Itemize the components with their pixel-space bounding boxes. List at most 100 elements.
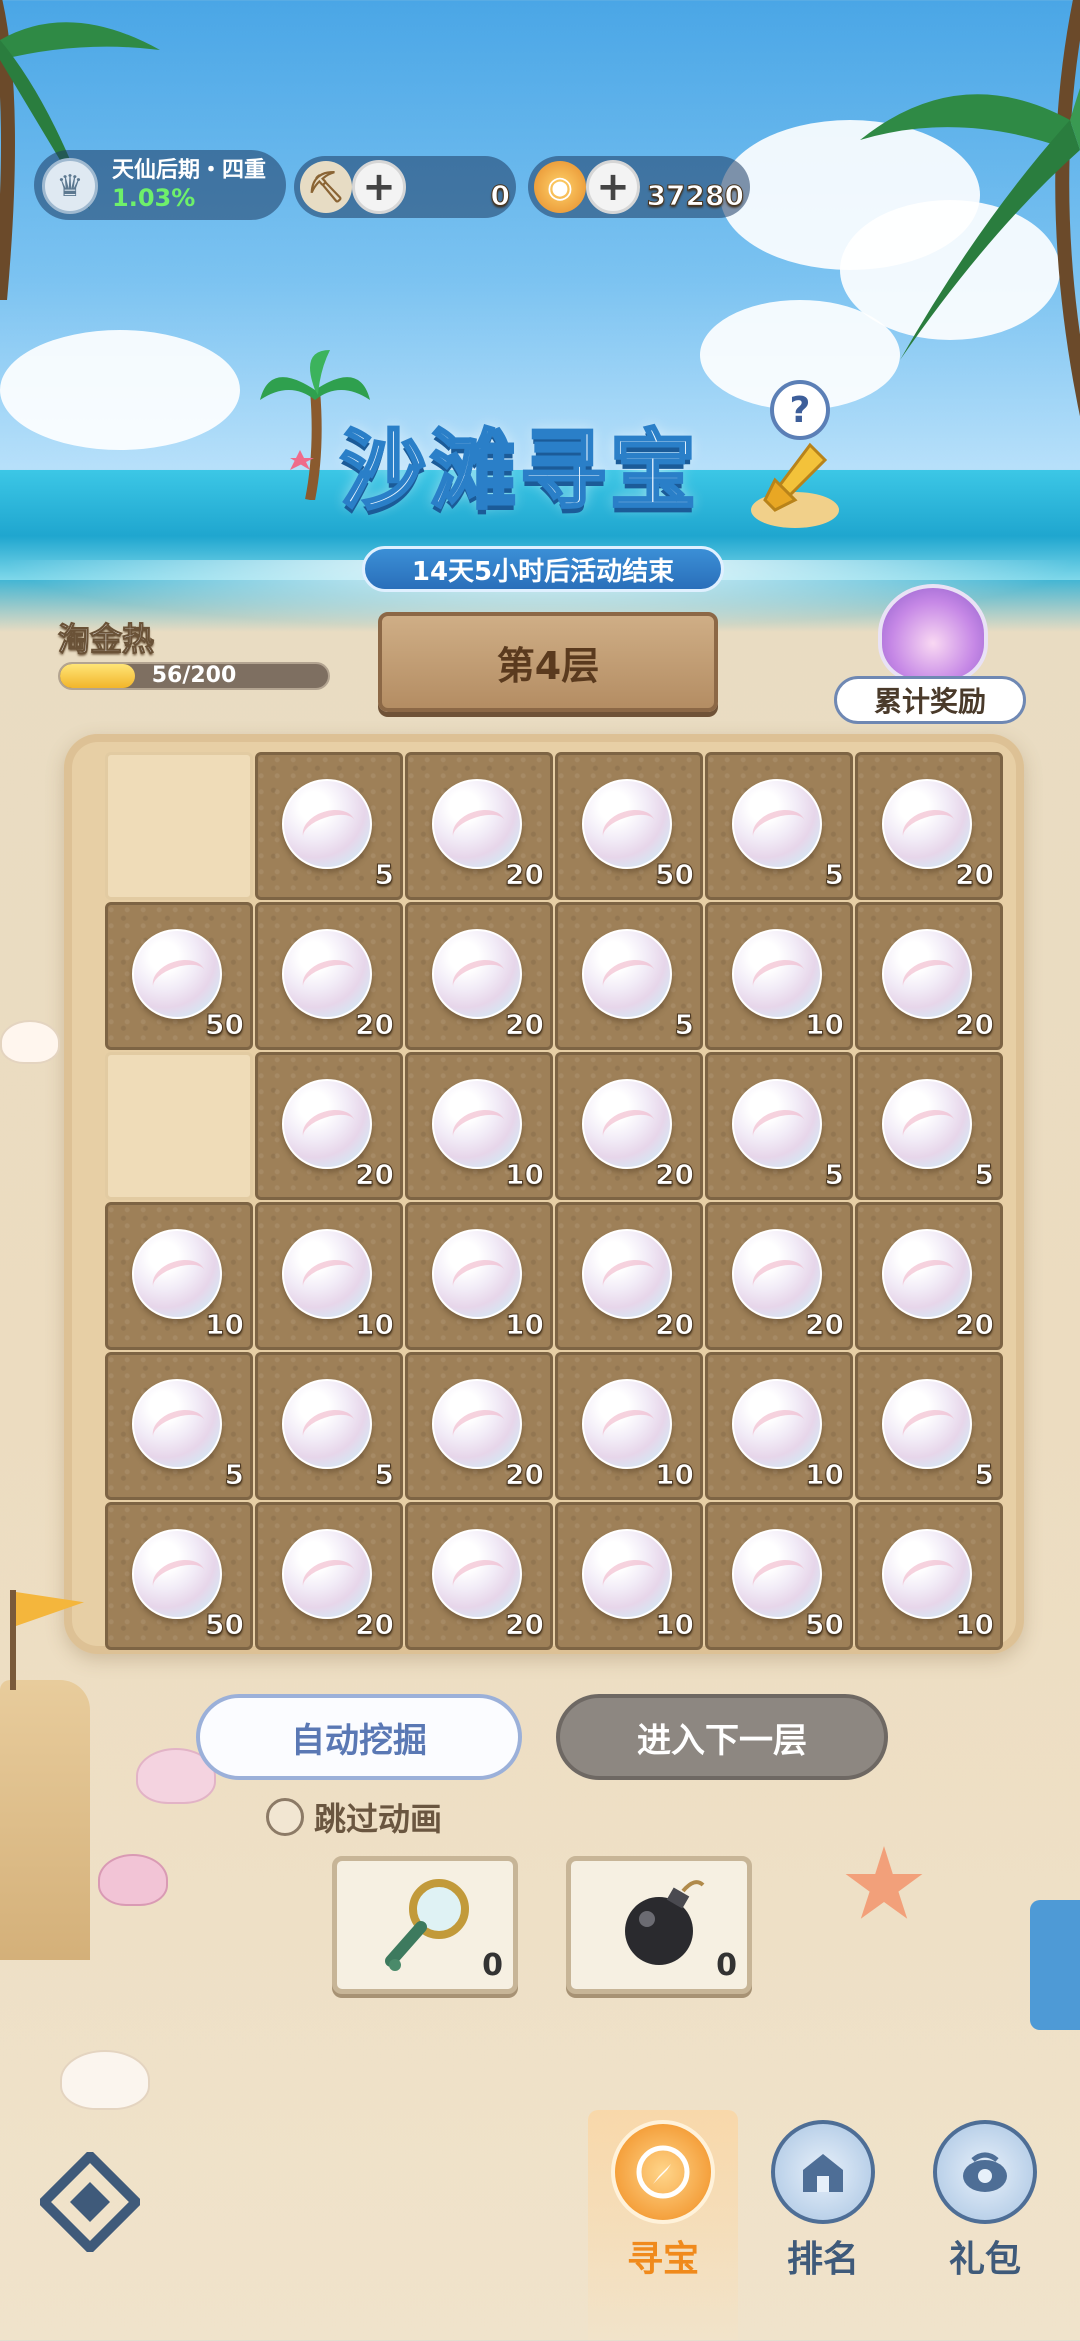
pearl-icon xyxy=(132,1379,222,1469)
cumulative-reward[interactable]: 累计奖励 xyxy=(832,584,1032,734)
pearl-icon xyxy=(132,1529,222,1619)
tile-value: 50 xyxy=(205,1608,245,1642)
sand-tile[interactable]: 10 xyxy=(705,1352,853,1500)
dig-grid: 5 20 50 5 20 50 20 20 5 10 20 20 10 20 5 5 10 10 10 20 20 20 5… xyxy=(105,752,1005,1652)
event-title-banner: 沙滩寻宝 xyxy=(260,350,839,530)
sand-tile[interactable]: 5 xyxy=(855,1052,1003,1200)
coin-chip: ◉ 37280 + xyxy=(528,156,750,218)
sand-tile[interactable]: 20 xyxy=(255,902,403,1050)
flag-icon xyxy=(10,1590,16,1690)
sand-tile[interactable]: 20 xyxy=(855,1202,1003,1350)
auto-dig-button[interactable]: 自动挖掘 xyxy=(196,1694,522,1780)
shell-decoration xyxy=(0,1020,60,1064)
pearl-icon xyxy=(582,929,672,1019)
realm-avatar-icon: ♛ xyxy=(42,158,98,214)
sand-tile[interactable]: 10 xyxy=(855,1502,1003,1650)
add-coin-button[interactable]: + xyxy=(586,160,640,214)
next-floor-button[interactable]: 进入下一层 xyxy=(556,1694,888,1780)
sand-tile[interactable]: 50 xyxy=(105,902,253,1050)
sand-tile[interactable]: 10 xyxy=(405,1202,553,1350)
tab-gift-label: 礼包 xyxy=(948,2239,1021,2280)
tab-gift[interactable]: 礼包 xyxy=(910,2110,1060,2341)
sand-tile[interactable]: 5 xyxy=(255,752,403,900)
sand-tile[interactable]: 50 xyxy=(705,1502,853,1650)
tile-value: 20 xyxy=(805,1308,845,1342)
shovel-decoration-icon xyxy=(751,442,839,528)
sand-tile[interactable]: 5 xyxy=(705,1052,853,1200)
sand-tile[interactable]: 20 xyxy=(705,1202,853,1350)
sand-tile[interactable]: 50 xyxy=(555,752,703,900)
sand-tile[interactable]: 20 xyxy=(855,752,1003,900)
sand-tile[interactable]: 5 xyxy=(105,1352,253,1500)
dug-tile[interactable] xyxy=(105,752,253,900)
bomb-count: 0 xyxy=(716,1948,737,1983)
sand-tile[interactable]: 20 xyxy=(855,902,1003,1050)
sand-tile[interactable]: 10 xyxy=(405,1052,553,1200)
sand-tile[interactable]: 20 xyxy=(405,1502,553,1650)
shovel-icon: ⛏ xyxy=(300,161,352,213)
sand-tile[interactable]: 10 xyxy=(105,1202,253,1350)
realm-chip[interactable]: ♛ 天仙后期・四重 1.03% xyxy=(34,150,286,220)
sand-tile[interactable]: 5 xyxy=(705,752,853,900)
tile-value: 20 xyxy=(955,1308,995,1342)
menu-icon[interactable] xyxy=(40,2152,140,2252)
shovel-chip: ⛏ 0 + xyxy=(294,156,516,218)
pearl-icon xyxy=(282,779,372,869)
magnifier-icon xyxy=(385,1879,469,1971)
tab-treasure[interactable]: 寻宝 xyxy=(588,2110,738,2341)
sand-tile[interactable]: 50 xyxy=(105,1502,253,1650)
sand-tile[interactable]: 10 xyxy=(705,902,853,1050)
sand-tile[interactable]: 20 xyxy=(255,1052,403,1200)
pearl-icon xyxy=(732,779,822,869)
sand-tile[interactable]: 20 xyxy=(405,1352,553,1500)
pearl-icon xyxy=(432,1529,522,1619)
tile-value: 5 xyxy=(974,1458,995,1492)
ranking-icon xyxy=(771,2120,875,2224)
tile-value: 50 xyxy=(205,1008,245,1042)
skip-animation-label: 跳过动画 xyxy=(314,1800,443,1838)
add-shovel-button[interactable]: + xyxy=(352,160,406,214)
pearl-icon xyxy=(882,1229,972,1319)
dug-tile[interactable] xyxy=(105,1052,253,1200)
sand-tile[interactable]: 5 xyxy=(255,1352,403,1500)
sand-tile[interactable]: 5 xyxy=(855,1352,1003,1500)
tile-value: 50 xyxy=(805,1608,845,1642)
shell-decoration xyxy=(60,2050,150,2110)
sand-tile[interactable]: 10 xyxy=(555,1352,703,1500)
tile-value: 20 xyxy=(955,1008,995,1042)
tile-value: 5 xyxy=(674,1008,695,1042)
tab-ranking[interactable]: 排名 xyxy=(748,2110,898,2341)
pearl-icon xyxy=(582,1529,672,1619)
pearl-icon xyxy=(882,1529,972,1619)
sandcastle xyxy=(0,1680,90,1960)
sand-tile[interactable]: 20 xyxy=(405,902,553,1050)
sand-tile[interactable]: 20 xyxy=(555,1202,703,1350)
sand-tile[interactable]: 20 xyxy=(255,1502,403,1650)
sand-tile[interactable]: 20 xyxy=(555,1052,703,1200)
tile-value: 20 xyxy=(505,1608,545,1642)
pearl-icon xyxy=(732,929,822,1019)
pearl-icon xyxy=(432,1079,522,1169)
tile-value: 5 xyxy=(374,1458,395,1492)
tile-value: 20 xyxy=(655,1308,695,1342)
heat-progress-text: 56/200 xyxy=(151,663,237,688)
tile-value: 5 xyxy=(824,858,845,892)
tile-value: 10 xyxy=(805,1458,845,1492)
tile-value: 20 xyxy=(355,1608,395,1642)
sand-tile[interactable]: 20 xyxy=(405,752,553,900)
magnifier-item[interactable]: 0 xyxy=(332,1856,518,1994)
shovel-count: 0 xyxy=(490,179,511,213)
coin-count: 37280 xyxy=(646,179,744,213)
crystal-shell-icon xyxy=(878,584,988,684)
pearl-icon xyxy=(282,929,372,1019)
help-button[interactable]: ? xyxy=(770,380,830,440)
bomb-item[interactable]: 0 xyxy=(566,1856,752,1994)
skip-animation-radio[interactable] xyxy=(266,1798,304,1836)
skip-animation-option[interactable]: 跳过动画 xyxy=(266,1794,442,1840)
sand-tile[interactable]: 10 xyxy=(555,1502,703,1650)
pearl-icon xyxy=(882,1379,972,1469)
sand-tile[interactable]: 10 xyxy=(255,1202,403,1350)
tile-value: 10 xyxy=(805,1008,845,1042)
sand-tile[interactable]: 5 xyxy=(555,902,703,1050)
cumulative-reward-button[interactable]: 累计奖励 xyxy=(834,676,1026,724)
